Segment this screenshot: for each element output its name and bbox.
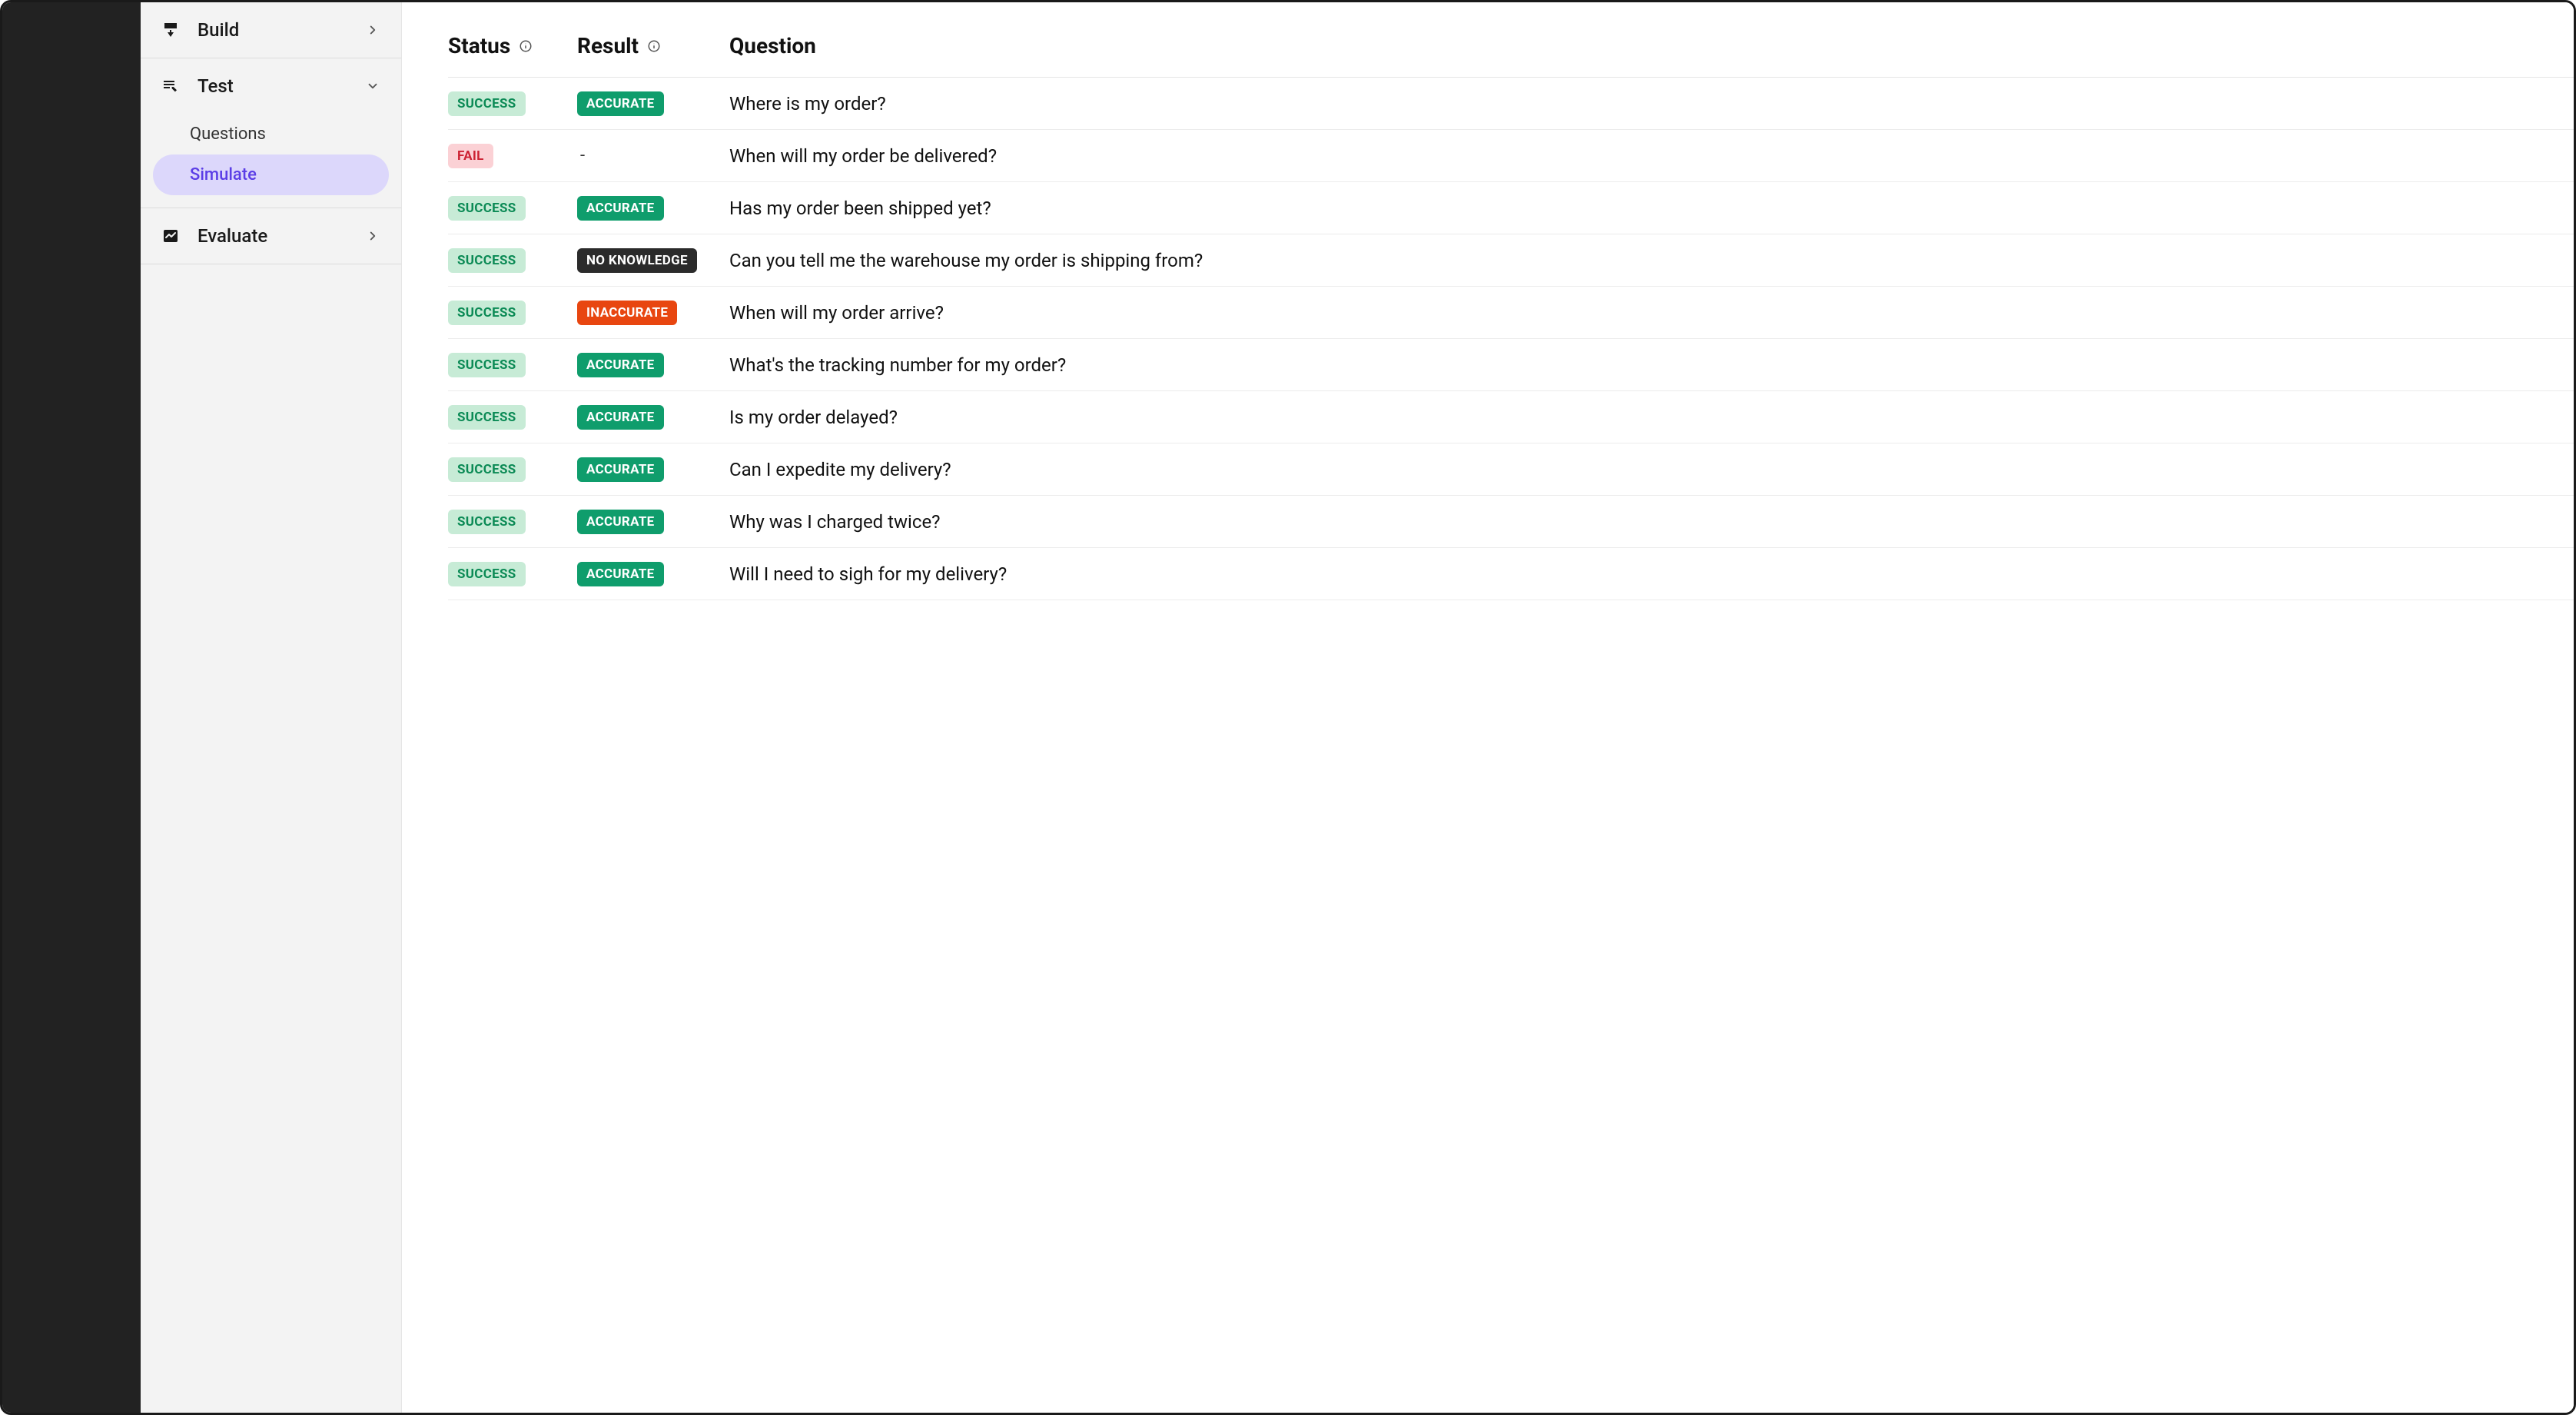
status-cell: SUCCESS [448,353,571,377]
nav-sub-test: Questions Simulate [141,114,401,208]
info-icon[interactable] [518,38,533,54]
status-cell: SUCCESS [448,562,571,586]
result-badge: ACCURATE [577,457,664,482]
nav-sub-item-simulate[interactable]: Simulate [153,154,389,195]
result-cell: ACCURATE [577,457,723,482]
nav-item-label: Evaluate [198,225,267,247]
status-cell: SUCCESS [448,301,571,325]
result-badge: ACCURATE [577,91,664,116]
edit-note-icon [161,76,181,96]
status-badge: SUCCESS [448,301,526,325]
result-cell: - [577,146,723,165]
paintbrush-icon [161,20,181,40]
result-cell: ACCURATE [577,405,723,430]
status-badge: SUCCESS [448,353,526,377]
table-row[interactable]: SUCCESS INACCURATE When will my order arri… [448,287,2574,339]
nav-section-build: Build [141,2,401,58]
status-cell: SUCCESS [448,196,571,221]
col-header-result: Result [577,33,723,58]
result-cell: ACCURATE [577,562,723,586]
col-header-question: Question [729,33,2574,58]
question-cell: When will my order arrive? [729,302,2574,324]
table-row[interactable]: SUCCESS NO KNOWLEDGE Can you tell me the w… [448,234,2574,287]
status-cell: SUCCESS [448,91,571,116]
status-badge: FAIL [448,144,493,168]
table-row[interactable]: SUCCESS ACCURATE Where is my order? [448,78,2574,130]
question-cell: Can you tell me the warehouse my order i… [729,250,2574,271]
col-header-label: Question [729,33,816,58]
sidebar: Build Test Questions Simulate [141,2,402,1413]
status-badge: SUCCESS [448,562,526,586]
result-badge: ACCURATE [577,562,664,586]
status-badge: SUCCESS [448,457,526,482]
question-cell: Where is my order? [729,93,2574,115]
main-content: Status Result Question SUCCESS ACCURATE Wh… [402,2,2574,1413]
result-badge: ACCURATE [577,196,664,221]
result-cell: ACCURATE [577,196,723,221]
result-badge: ACCURATE [577,405,664,430]
status-badge: SUCCESS [448,510,526,534]
table-row[interactable]: SUCCESS ACCURATE What's the tracking numbe… [448,339,2574,391]
nav-section-evaluate: Evaluate [141,208,401,264]
table-row[interactable]: SUCCESS ACCURATE Will I need to sigh for m… [448,548,2574,600]
table-row[interactable]: SUCCESS ACCURATE Why was I charged twice? [448,496,2574,548]
status-cell: SUCCESS [448,248,571,273]
chevron-right-icon [364,228,381,244]
status-cell: SUCCESS [448,510,571,534]
question-cell: Will I need to sigh for my delivery? [729,563,2574,585]
table-header-row: Status Result Question [448,33,2574,78]
table-body: SUCCESS ACCURATE Where is my order? FAIL - Wh… [448,78,2574,600]
question-cell: Why was I charged twice? [729,511,2574,533]
result-badge: ACCURATE [577,353,664,377]
question-cell: When will my order be delivered? [729,145,2574,167]
question-cell: What's the tracking number for my order? [729,354,2574,376]
col-header-label: Result [577,33,639,58]
results-table: Status Result Question SUCCESS ACCURATE Wh… [448,33,2574,600]
status-cell: FAIL [448,144,571,168]
left-rail [2,2,141,1413]
status-badge: SUCCESS [448,91,526,116]
table-row[interactable]: FAIL - When will my order be delivered? [448,130,2574,182]
nav-item-label: Build [198,19,239,41]
question-cell: Can I expedite my delivery? [729,459,2574,480]
info-icon[interactable] [646,38,662,54]
chart-line-icon [161,226,181,246]
nav-item-evaluate[interactable]: Evaluate [141,208,401,264]
result-badge: INACCURATE [577,301,677,325]
status-cell: SUCCESS [448,405,571,430]
nav-sub-item-questions[interactable]: Questions [153,114,389,154]
nav-item-label: Test [198,75,234,97]
result-cell: ACCURATE [577,353,723,377]
app-frame: Build Test Questions Simulate [0,0,2576,1415]
nav-section-test: Test Questions Simulate [141,58,401,208]
status-badge: SUCCESS [448,196,526,221]
table-row[interactable]: SUCCESS ACCURATE Is my order delayed? [448,391,2574,443]
col-header-label: Status [448,33,510,58]
table-row[interactable]: SUCCESS ACCURATE Has my order been shipped… [448,182,2574,234]
chevron-right-icon [364,22,381,38]
result-cell: NO KNOWLEDGE [577,248,723,273]
question-cell: Is my order delayed? [729,407,2574,428]
question-cell: Has my order been shipped yet? [729,198,2574,219]
status-cell: SUCCESS [448,457,571,482]
table-row[interactable]: SUCCESS ACCURATE Can I expedite my deliver… [448,443,2574,496]
result-cell: ACCURATE [577,91,723,116]
nav-item-test[interactable]: Test [141,58,401,114]
chevron-down-icon [364,78,381,95]
result-badge: NO KNOWLEDGE [577,248,697,273]
result-cell: INACCURATE [577,301,723,325]
result-empty: - [577,146,585,165]
nav-item-build[interactable]: Build [141,2,401,58]
col-header-status: Status [448,33,571,58]
status-badge: SUCCESS [448,405,526,430]
status-badge: SUCCESS [448,248,526,273]
result-badge: ACCURATE [577,510,664,534]
result-cell: ACCURATE [577,510,723,534]
